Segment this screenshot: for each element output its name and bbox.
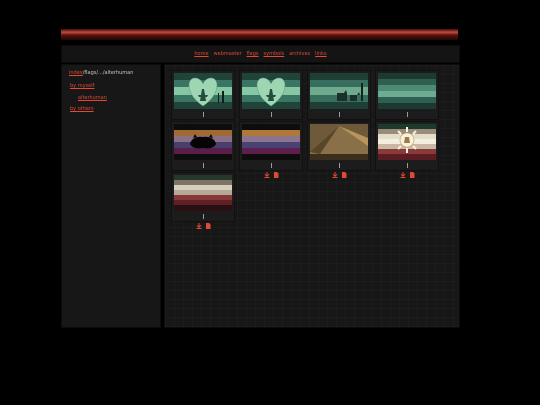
- flag-card: [375, 70, 439, 127]
- sidebar-link-alterhuman[interactable]: alterhuman: [78, 95, 107, 101]
- flag-card: [171, 172, 235, 229]
- nav-links[interactable]: links: [315, 51, 326, 57]
- flag-pyramid-icon[interactable]: [310, 124, 368, 160]
- card-actions: [308, 162, 370, 178]
- nav-archives[interactable]: archives: [289, 51, 310, 57]
- separator: [202, 214, 204, 219]
- nav-symbols[interactable]: symbols: [264, 51, 285, 57]
- sidebar-link-by-others[interactable]: by others: [70, 106, 94, 112]
- separator: [270, 112, 272, 117]
- nav-flags[interactable]: flags: [247, 51, 259, 57]
- card-actions: [172, 213, 234, 229]
- flag-green-heart-icon[interactable]: [242, 73, 300, 109]
- nav-home[interactable]: home: [194, 51, 208, 57]
- separator: [338, 163, 340, 168]
- sidebar: index/flags/.../alterhuman by myself alt…: [61, 64, 161, 328]
- file-icon[interactable]: [205, 112, 211, 127]
- file-icon[interactable]: [205, 214, 211, 229]
- card-actions: [376, 111, 438, 127]
- flag-card: [171, 70, 235, 127]
- card-actions: [172, 162, 234, 178]
- file-icon[interactable]: [205, 163, 211, 178]
- download-icon[interactable]: [196, 112, 202, 127]
- separator: [338, 112, 340, 117]
- card-actions: [240, 111, 302, 127]
- flag-green-stripes-animals-icon[interactable]: [310, 73, 368, 109]
- download-icon[interactable]: [400, 112, 406, 127]
- header-banner: [61, 29, 458, 40]
- separator: [406, 163, 408, 168]
- download-icon[interactable]: [196, 214, 202, 229]
- flag-dusk-stripes-icon[interactable]: [242, 124, 300, 160]
- card-actions: [308, 111, 370, 127]
- flag-card: [239, 70, 303, 127]
- separator: [270, 163, 272, 168]
- download-icon[interactable]: [264, 163, 270, 178]
- flag-card: [307, 70, 371, 127]
- file-icon[interactable]: [341, 163, 347, 178]
- gallery-panel: [164, 64, 460, 328]
- card-actions: [240, 162, 302, 178]
- file-icon[interactable]: [409, 112, 415, 127]
- sidebar-link-by-myself[interactable]: by myself: [70, 83, 94, 89]
- flag-card: [239, 121, 303, 178]
- file-icon[interactable]: [273, 112, 279, 127]
- breadcrumb: index/flags/.../alterhuman: [69, 70, 133, 76]
- separator: [202, 112, 204, 117]
- breadcrumb-flags: flags: [84, 70, 97, 76]
- download-icon[interactable]: [332, 163, 338, 178]
- file-icon[interactable]: [409, 163, 415, 178]
- flag-dusk-silhouette-icon[interactable]: [174, 124, 232, 160]
- breadcrumb-current: alterhuman: [104, 70, 134, 76]
- file-icon[interactable]: [273, 163, 279, 178]
- flag-card: [375, 121, 439, 178]
- nav-webmaster[interactable]: webmaster: [214, 51, 242, 57]
- card-actions: [172, 111, 234, 127]
- download-icon[interactable]: [400, 163, 406, 178]
- flag-sun-stripes-icon[interactable]: [378, 124, 436, 160]
- flag-card: [171, 121, 235, 178]
- download-icon[interactable]: [196, 163, 202, 178]
- breadcrumb-sep: /.../: [96, 70, 105, 76]
- separator: [406, 112, 408, 117]
- top-nav: home webmaster flags symbols archives li…: [61, 45, 460, 63]
- download-icon[interactable]: [332, 112, 338, 127]
- card-actions: [376, 162, 438, 178]
- flag-green-heart-icon[interactable]: [174, 73, 232, 109]
- flag-green-stripes-icon[interactable]: [378, 73, 436, 109]
- flag-grey-red-stripes-icon[interactable]: [174, 175, 232, 211]
- breadcrumb-index[interactable]: index: [69, 70, 83, 76]
- file-icon[interactable]: [341, 112, 347, 127]
- download-icon[interactable]: [264, 112, 270, 127]
- separator: [202, 163, 204, 168]
- flag-card: [307, 121, 371, 178]
